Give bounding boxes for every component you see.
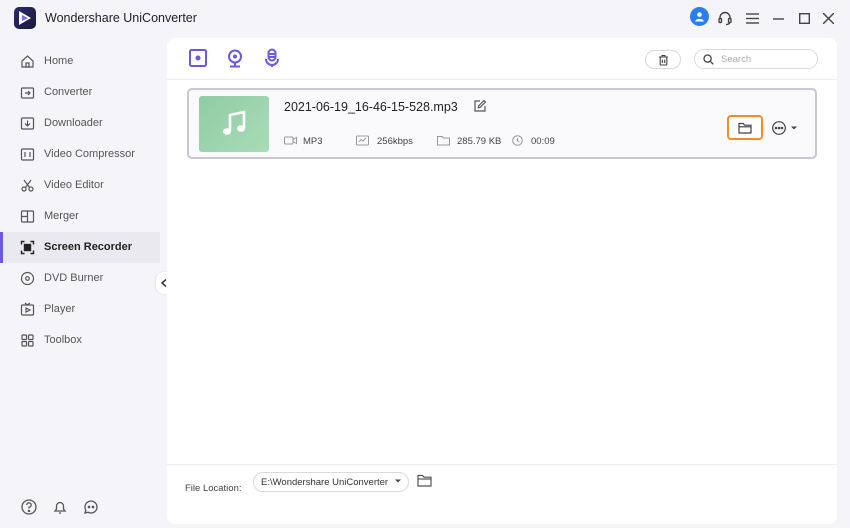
merger-icon — [20, 210, 35, 223]
sidebar-item-converter[interactable]: Converter — [0, 77, 160, 108]
music-note-icon — [223, 110, 246, 135]
help-icon[interactable] — [20, 498, 38, 516]
sidebar-item-downloader[interactable]: Downloader — [0, 108, 160, 139]
maximize-button[interactable] — [794, 8, 814, 28]
search-box[interactable] — [694, 49, 818, 69]
open-folder-button[interactable] — [727, 115, 763, 140]
microphone-icon[interactable] — [262, 48, 282, 68]
audio-thumbnail — [199, 96, 269, 152]
screen-recorder-icon — [20, 240, 35, 255]
feedback-icon[interactable] — [82, 498, 100, 516]
downloader-icon — [20, 117, 35, 130]
sidebar-bottom-icons — [0, 498, 160, 518]
folder-size-icon — [437, 136, 450, 146]
sidebar-item-video-editor[interactable]: Video Editor — [0, 170, 160, 201]
video-format-icon — [284, 136, 297, 145]
footer: File Location: E:\Wondershare UniConvert… — [167, 464, 837, 524]
compressor-icon — [20, 148, 35, 161]
player-icon — [20, 302, 35, 316]
sidebar-item-home[interactable]: Home — [0, 46, 160, 77]
more-options-button[interactable] — [771, 120, 801, 136]
sidebar-item-toolbox[interactable]: Toolbox — [0, 325, 160, 356]
folder-icon — [738, 122, 752, 134]
file-format: MP3 — [303, 136, 323, 147]
recorder-toolbar — [167, 38, 837, 80]
file-name: 2021-06-19_16-46-15-528.mp3 — [284, 100, 458, 114]
chevron-down-icon — [791, 126, 797, 130]
sidebar-item-label: Player — [44, 303, 76, 315]
headset-icon[interactable] — [715, 8, 735, 28]
app-logo-icon — [14, 7, 36, 29]
converter-icon — [20, 87, 35, 99]
sidebar-item-label: Video Editor — [44, 179, 104, 191]
edit-icon[interactable] — [473, 99, 487, 113]
sidebar-item-dvd-burner[interactable]: DVD Burner — [0, 263, 160, 294]
screen-record-icon[interactable] — [188, 48, 208, 68]
delete-button[interactable] — [645, 50, 681, 69]
sidebar-item-label: Merger — [44, 210, 79, 222]
file-bitrate: 256kbps — [377, 136, 413, 147]
recorded-file-card[interactable]: 2021-06-19_16-46-15-528.mp3 MP3 256kbps … — [187, 88, 817, 159]
sidebar-item-label: Toolbox — [44, 334, 82, 346]
home-icon — [21, 55, 34, 68]
toolbox-icon — [21, 334, 34, 347]
app-title: Wondershare UniConverter — [45, 11, 197, 25]
minimize-button[interactable] — [768, 8, 788, 28]
sidebar-item-player[interactable]: Player — [0, 294, 160, 325]
webcam-icon[interactable] — [225, 48, 245, 68]
disc-icon — [20, 271, 35, 286]
sidebar-item-label: DVD Burner — [44, 272, 104, 284]
sidebar-item-merger[interactable]: Merger — [0, 201, 160, 232]
main-panel: 2021-06-19_16-46-15-528.mp3 MP3 256kbps … — [167, 38, 837, 524]
user-avatar-icon[interactable] — [690, 7, 709, 26]
more-icon — [772, 121, 786, 135]
folder-icon[interactable] — [417, 474, 432, 487]
file-size: 285.79 KB — [457, 136, 502, 147]
trash-icon — [658, 54, 668, 66]
file-location-label: File Location: — [185, 483, 242, 494]
sidebar-item-label: Downloader — [44, 117, 103, 129]
file-duration: 00:09 — [531, 136, 555, 147]
sidebar: Home Converter Downloader Video Compress… — [0, 36, 160, 528]
title-bar: Wondershare UniConverter — [0, 0, 850, 36]
chevron-down-icon — [395, 479, 401, 483]
search-icon — [703, 54, 714, 65]
search-input[interactable] — [721, 52, 813, 67]
sidebar-item-screen-recorder[interactable]: Screen Recorder — [0, 232, 160, 263]
file-location-path: E:\Wondershare UniConverter — [261, 477, 389, 488]
sidebar-item-label: Screen Recorder — [44, 241, 133, 253]
file-location-select[interactable]: E:\Wondershare UniConverter — [253, 472, 409, 492]
sidebar-item-label: Home — [44, 55, 74, 67]
scissors-icon — [21, 179, 34, 192]
menu-icon[interactable] — [742, 8, 762, 28]
sidebar-item-label: Converter — [44, 86, 93, 98]
close-button[interactable] — [818, 8, 838, 28]
clock-icon — [512, 135, 523, 146]
sidebar-item-video-compressor[interactable]: Video Compressor — [0, 139, 160, 170]
bell-icon[interactable] — [51, 498, 69, 516]
bitrate-icon — [356, 135, 369, 146]
sidebar-item-label: Video Compressor — [44, 148, 135, 160]
